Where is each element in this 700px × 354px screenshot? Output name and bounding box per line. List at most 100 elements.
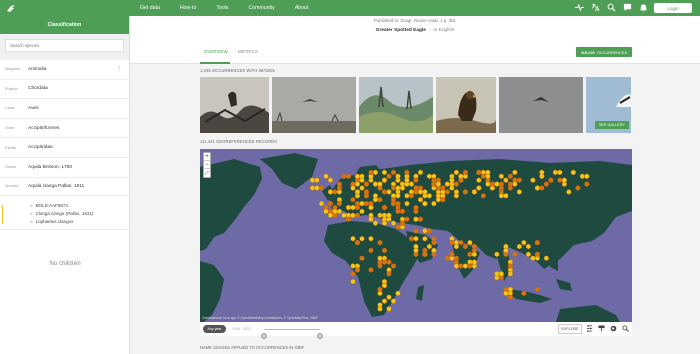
- occurrence-hexbin: [346, 173, 351, 180]
- zoom-out-button[interactable]: −: [204, 161, 210, 169]
- occurrence-hexbin: [323, 208, 329, 215]
- menu-community[interactable]: Community: [248, 5, 274, 11]
- menu-about[interactable]: About: [295, 5, 309, 11]
- rank-row-phylum[interactable]: Phylum Chordata: [0, 80, 129, 100]
- activity-icon[interactable]: [575, 3, 584, 12]
- occurrence-hexbin: [584, 173, 590, 180]
- language-selector[interactable]: In English: [433, 28, 454, 33]
- occurrence-hexbin: [368, 216, 374, 222]
- search-icon[interactable]: [607, 3, 616, 12]
- more-options-icon[interactable]: · · ·: [118, 64, 120, 74]
- gallery-photo[interactable]: [499, 77, 583, 133]
- occurrence-hexbin: [552, 169, 558, 176]
- rank-row-genus[interactable]: Genus Aquila Brisson, 1760: [0, 158, 129, 178]
- rank-value[interactable]: Chordata: [28, 86, 48, 91]
- occurrence-hexbin: [557, 177, 563, 183]
- globe-icon[interactable]: [610, 325, 617, 332]
- occurrence-hexbin: [485, 181, 491, 187]
- synonym-item[interactable]: ≡ Clanga clanga (Pallas, 1811): [30, 210, 129, 218]
- occurrence-hexbin: [494, 271, 500, 277]
- occurrence-hexbin: [507, 263, 513, 269]
- species-name[interactable]: Aquila clanga Pallas, 1811: [28, 184, 84, 189]
- occurrence-hexbin: [458, 173, 464, 180]
- gallery-photo[interactable]: [359, 77, 433, 133]
- rank-row-species[interactable]: Species Aquila clanga Pallas, 1811: [0, 178, 129, 196]
- occurrences-button[interactable]: 119,229 OCCURRENCES: [576, 47, 632, 57]
- gbif-logo-icon[interactable]: [6, 3, 16, 13]
- occurrence-hexbin: [507, 294, 513, 300]
- slider-handle-start[interactable]: [261, 333, 267, 339]
- rank-key: Phylum: [5, 86, 18, 91]
- occurrence-hexbin: [328, 177, 333, 183]
- rank-row-class[interactable]: Class Aves: [0, 99, 129, 119]
- fullscreen-icon[interactable]: ⤢: [204, 169, 210, 177]
- gallery-photo[interactable]: [272, 77, 356, 133]
- occurrence-hexbin: [418, 169, 423, 176]
- occurrence-hexbin: [364, 193, 369, 199]
- images-section-label: 1,046 OCCURRENCES WITH IMAGES: [200, 68, 276, 73]
- gallery-photo[interactable]: [436, 77, 496, 133]
- occurrence-hexbin: [471, 189, 477, 195]
- occurrence-hexbin: [418, 189, 423, 195]
- active-tab-indicator: [200, 62, 230, 64]
- tabs-bar: OVERVIEW METRICS 119,229 OCCURRENCES: [130, 40, 700, 64]
- gallery-photo[interactable]: SEE GALLERY: [586, 77, 631, 133]
- occurrence-hexbin: [319, 185, 324, 191]
- occurrence-hexbin: [494, 251, 500, 258]
- occurrence-hexbin: [409, 181, 414, 187]
- synonym-item[interactable]: ≡ BOLD:AAF5873: [30, 202, 129, 210]
- occurrence-hexbin: [449, 185, 455, 191]
- occurrence-hexbin: [355, 267, 360, 273]
- tab-metrics[interactable]: METRICS: [238, 49, 258, 54]
- sidebar-search-area: [0, 34, 129, 60]
- rank-value[interactable]: Aves: [28, 106, 39, 111]
- gallery-photo[interactable]: [200, 77, 269, 133]
- occurrence-hexbin: [382, 204, 387, 211]
- occurrence-hexbin: [364, 181, 369, 187]
- occurrence-hexbin: [521, 290, 527, 297]
- occurrence-hexbin: [467, 239, 473, 246]
- explore-button[interactable]: EXPLORE: [558, 324, 582, 334]
- occurrence-hexbin: [507, 271, 513, 277]
- occurrence-map[interactable]: + − ⤢ Generated an hour ago © OpenStreet…: [200, 149, 632, 322]
- synonym-item[interactable]: ≡ Lophaetus clangus: [30, 218, 129, 226]
- occurrence-hexbin: [462, 243, 468, 250]
- occurrence-hexbin: [377, 212, 383, 219]
- occurrence-hexbin: [458, 239, 464, 246]
- occurrence-hexbin: [476, 177, 482, 183]
- notifications-icon[interactable]: [639, 3, 648, 12]
- tab-overview[interactable]: OVERVIEW: [204, 49, 228, 54]
- occurrence-hexbin: [377, 196, 383, 203]
- brush-icon[interactable]: [598, 325, 605, 332]
- occurrence-hexbin: [570, 169, 576, 176]
- rank-row-kingdom[interactable]: Kingdom Animalia · · ·: [0, 60, 129, 80]
- species-search-input[interactable]: [5, 39, 124, 52]
- translate-icon[interactable]: [591, 3, 600, 12]
- occurrence-hexbin: [341, 173, 347, 180]
- zoom-in-button[interactable]: +: [204, 153, 210, 161]
- see-gallery-button[interactable]: SEE GALLERY: [594, 121, 629, 129]
- rank-value[interactable]: Animalia: [28, 67, 46, 72]
- menu-tools[interactable]: Tools: [216, 5, 228, 11]
- menu-how-to[interactable]: How-to: [180, 5, 196, 11]
- year-range-label: 1900 - 2021: [232, 326, 252, 331]
- feedback-icon[interactable]: [623, 3, 632, 12]
- occurrence-hexbin: [512, 251, 518, 258]
- filter-icon[interactable]: [586, 325, 593, 332]
- login-button[interactable]: Login: [654, 3, 692, 13]
- map-canvas[interactable]: [200, 149, 632, 322]
- occurrence-hexbin: [543, 255, 549, 261]
- menu-get-data[interactable]: Get data: [140, 5, 160, 11]
- slider-handle-end[interactable]: [317, 333, 323, 339]
- zoom-extent-icon[interactable]: [622, 325, 629, 332]
- rank-key: Family: [5, 145, 17, 150]
- rank-row-order[interactable]: Order Accipitriformes: [0, 119, 129, 139]
- year-slider[interactable]: [261, 329, 323, 339]
- rank-value[interactable]: Accipitridae: [28, 145, 53, 150]
- any-year-toggle[interactable]: Any year: [203, 325, 226, 333]
- rank-row-family[interactable]: Family Accipitridae: [0, 138, 129, 158]
- rank-value[interactable]: Aquila Brisson, 1760: [28, 165, 72, 170]
- occurrence-hexbin: [480, 193, 486, 199]
- rank-value[interactable]: Accipitriformes: [28, 126, 59, 131]
- occurrence-hexbin: [413, 235, 419, 242]
